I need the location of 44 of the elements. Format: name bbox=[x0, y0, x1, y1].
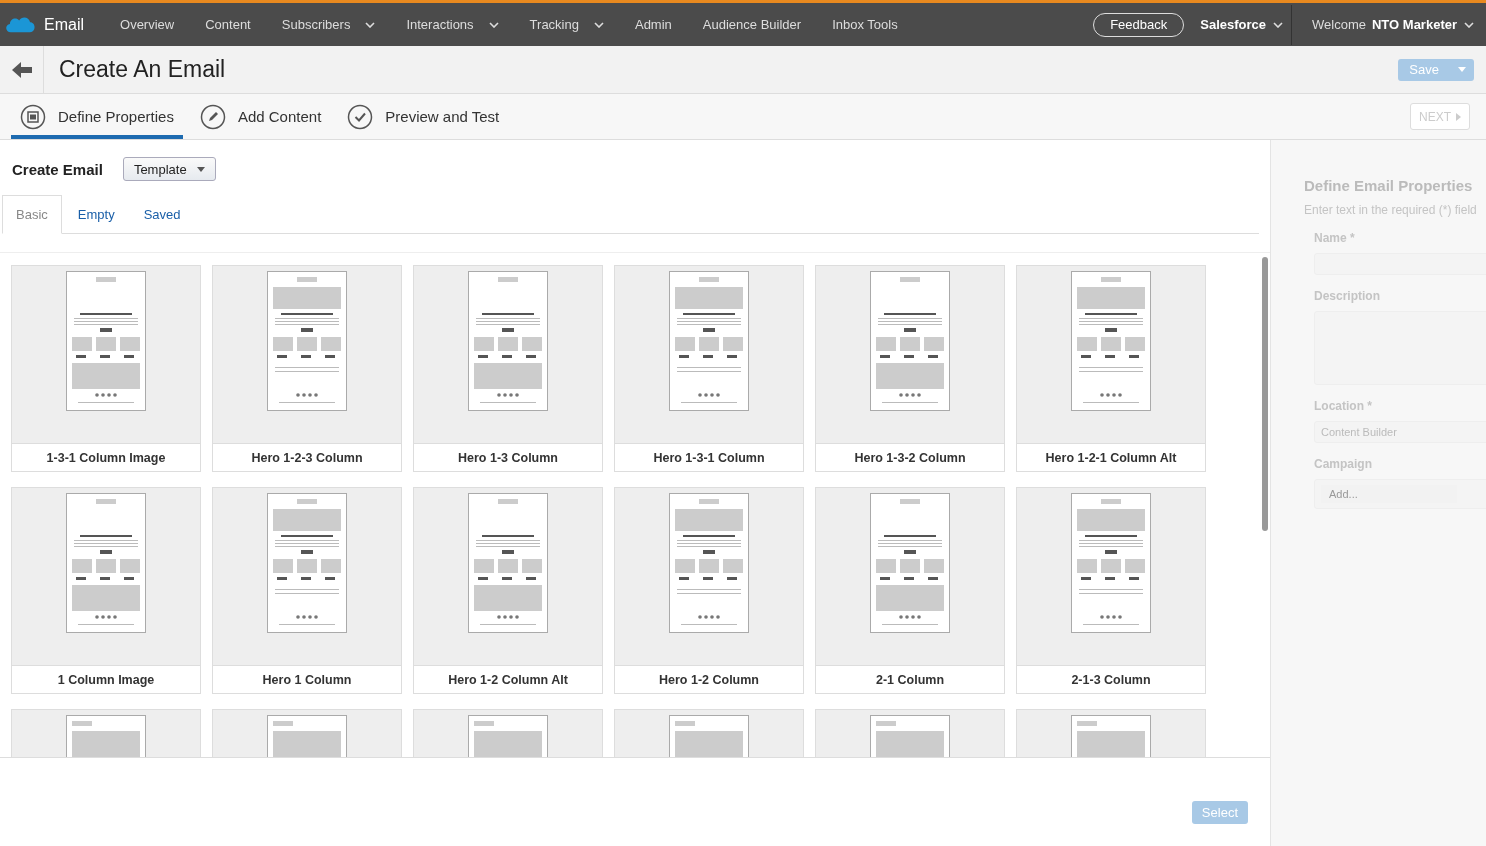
chevron-down-icon bbox=[1464, 21, 1474, 28]
nav-item[interactable]: Admin bbox=[634, 17, 672, 32]
page-title: Create An Email bbox=[59, 56, 226, 83]
nav-item[interactable]: Content bbox=[205, 17, 251, 32]
nav-item[interactable]: Subscribers bbox=[281, 17, 376, 32]
template-card[interactable]: Hero 1-3-2 Column bbox=[815, 265, 1005, 472]
template-dropdown[interactable]: Template bbox=[122, 157, 216, 181]
template-card[interactable]: Hero 1-2 Column bbox=[614, 487, 804, 694]
checkmark-icon bbox=[347, 103, 374, 130]
welcome-label: Welcome bbox=[1312, 17, 1366, 32]
caret-icon bbox=[1458, 67, 1466, 72]
nav-item[interactable]: Audience Builder bbox=[702, 17, 802, 32]
template-card[interactable]: Hero 1-2 Column Alt bbox=[413, 487, 603, 694]
template-card[interactable]: Hero 1-3-1 Column bbox=[614, 265, 804, 472]
nav-item[interactable]: Inbox Tools bbox=[832, 17, 898, 32]
user-menu[interactable]: NTO Marketer bbox=[1372, 17, 1474, 32]
step-tab[interactable]: Preview and Test bbox=[338, 94, 509, 139]
panel-title: Define Email Properties bbox=[1304, 177, 1474, 194]
nav-item[interactable]: Overview bbox=[120, 17, 175, 32]
template-card[interactable]: Hero 1-2-3 Column bbox=[212, 265, 402, 472]
section-label: Create Email bbox=[12, 160, 103, 178]
chevron-down-icon bbox=[1273, 21, 1284, 28]
template-card[interactable]: 2-1 Column bbox=[815, 487, 1005, 694]
template-card[interactable]: 2-1-3 Column bbox=[1016, 487, 1206, 694]
tab[interactable]: Saved bbox=[130, 195, 194, 233]
nav-item[interactable]: Interactions bbox=[406, 17, 499, 32]
tab[interactable]: Empty bbox=[64, 195, 128, 233]
app-name: Email bbox=[44, 15, 84, 34]
caret-right-icon bbox=[1456, 112, 1461, 121]
pencil-icon bbox=[199, 103, 226, 130]
nav-item[interactable]: Tracking bbox=[529, 17, 604, 32]
account-menu[interactable]: Salesforce bbox=[1200, 17, 1284, 32]
template-card[interactable]: Hero 1 Column bbox=[212, 487, 402, 694]
step-tab[interactable]: Add Content bbox=[190, 94, 331, 139]
template-card[interactable]: 1-3-1 Column Image bbox=[11, 265, 201, 472]
template-card[interactable]: 1 Column Image bbox=[11, 487, 201, 694]
template-card[interactable]: Hero 1-2-1 Column Alt bbox=[1016, 265, 1206, 472]
save-label: Save bbox=[1408, 62, 1440, 77]
step-tab[interactable]: Define Properties bbox=[11, 94, 183, 139]
caret-icon bbox=[196, 166, 205, 172]
tab[interactable]: Basic bbox=[2, 195, 62, 234]
back-arrow-icon bbox=[11, 61, 32, 78]
form-icon bbox=[20, 103, 46, 130]
template-card[interactable]: Hero 1-3 Column bbox=[413, 265, 603, 472]
